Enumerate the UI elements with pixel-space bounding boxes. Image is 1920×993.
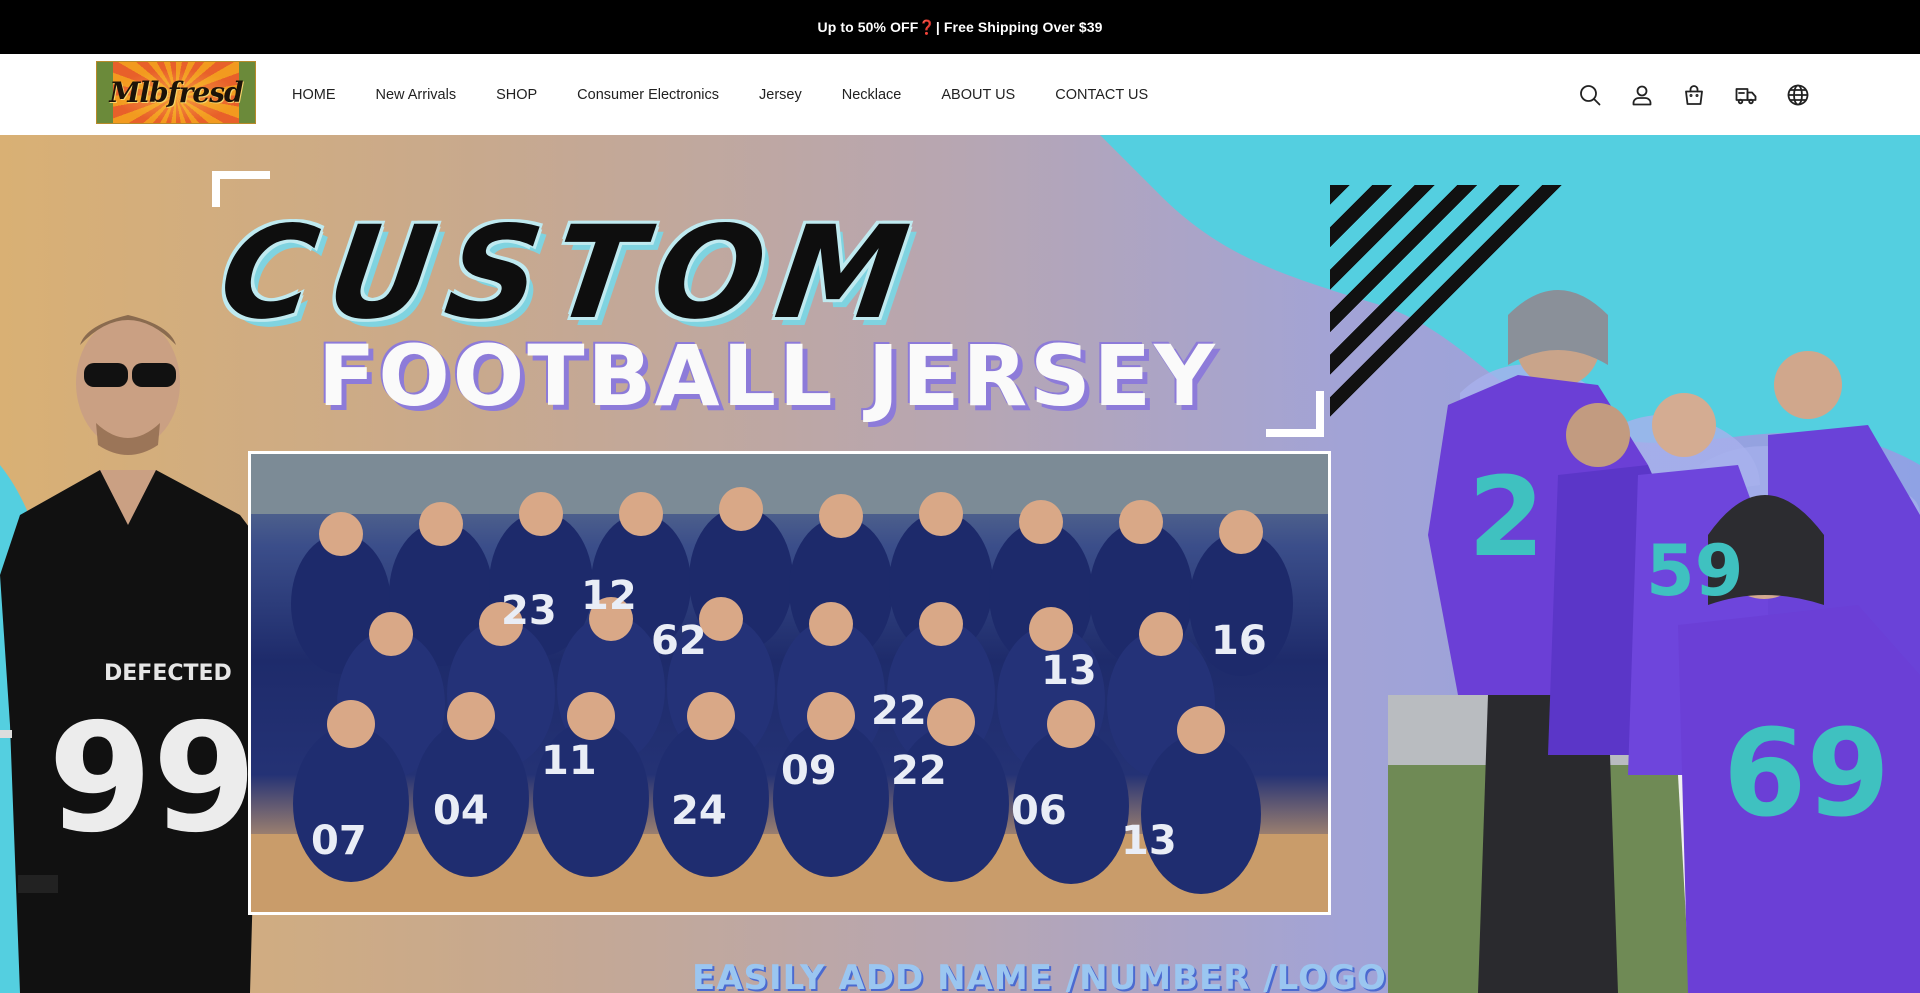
jersey-number: 06 <box>1011 788 1067 834</box>
jersey-number: 22 <box>871 688 927 734</box>
jersey-number: 62 <box>651 618 707 664</box>
jersey-number: 23 <box>501 588 557 634</box>
site-header: Mlbfresd HOME New Arrivals SHOP Consumer… <box>0 54 1920 135</box>
left-jersey-team-text: DEFECTED <box>104 661 232 686</box>
jersey-number: 16 <box>1211 618 1267 664</box>
model-group-right-purple-jerseys: 2 59 69 <box>1388 290 1920 993</box>
announcement-text: Up to 50% OFF❓| Free Shipping Over $39 <box>817 18 1103 35</box>
hero-title-football-jersey: FOOTBALL JERSEY <box>318 327 1218 425</box>
team-group-photo: 23 22 12 16 04 11 24 09 22 06 13 07 62 1… <box>248 451 1331 915</box>
right-jersey-number: 2 <box>1468 453 1545 581</box>
cart-icon[interactable] <box>1680 81 1708 109</box>
main-navigation: HOME New Arrivals SHOP Consumer Electron… <box>292 54 1188 135</box>
jersey-number: 11 <box>541 738 597 784</box>
nav-item-jersey[interactable]: Jersey <box>759 87 802 103</box>
hero-banner[interactable]: CUSTOM FOOTBALL JERSEY DEFECTED 99 23 22… <box>0 135 1920 993</box>
account-icon[interactable] <box>1628 81 1656 109</box>
left-jersey-number: 99 <box>48 692 257 866</box>
bracket-bottom-right <box>1266 391 1324 437</box>
logo-wordmark: Mlbfresd <box>109 76 243 109</box>
order-tracking-icon[interactable] <box>1732 81 1760 109</box>
nav-item-home[interactable]: HOME <box>292 87 336 103</box>
nav-item-new-arrivals[interactable]: New Arrivals <box>376 87 457 103</box>
jersey-number: 22 <box>891 748 947 794</box>
store-logo[interactable]: Mlbfresd <box>96 61 256 124</box>
announcement-bar: Up to 50% OFF❓| Free Shipping Over $39 <box>0 0 1920 54</box>
nav-item-about-us[interactable]: ABOUT US <box>941 87 1015 103</box>
nav-item-consumer-electronics[interactable]: Consumer Electronics <box>577 87 719 103</box>
nav-item-shop[interactable]: SHOP <box>496 87 537 103</box>
right-jersey-number: 59 <box>1646 530 1743 612</box>
jersey-number: 07 <box>311 818 367 864</box>
nav-item-contact-us[interactable]: CONTACT US <box>1055 87 1148 103</box>
jersey-number: 12 <box>581 573 637 619</box>
jersey-number: 09 <box>781 748 837 794</box>
search-icon[interactable] <box>1576 81 1604 109</box>
jersey-number: 13 <box>1121 818 1177 864</box>
language-globe-icon[interactable] <box>1784 81 1812 109</box>
nav-item-necklace[interactable]: Necklace <box>842 87 902 103</box>
team-photo-scene: 23 22 12 16 04 11 24 09 22 06 13 07 62 1… <box>251 454 1328 912</box>
hero-subtitle: EASILY ADD NAME /NUMBER /LOGO <box>692 958 1387 993</box>
jersey-number: 24 <box>671 788 727 834</box>
jersey-number: 04 <box>433 788 489 834</box>
right-jersey-number: 69 <box>1723 705 1890 844</box>
jersey-number: 13 <box>1041 648 1097 694</box>
header-icons <box>1552 54 1812 135</box>
